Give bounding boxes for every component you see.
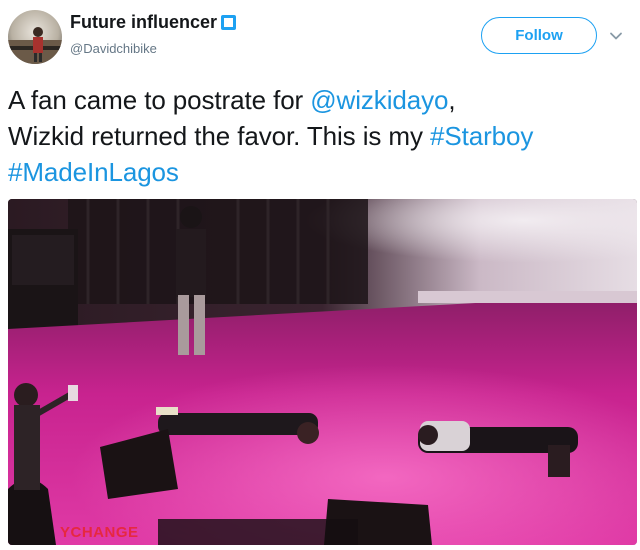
- text-segment: A fan came to postrate for: [8, 85, 311, 115]
- avatar[interactable]: [8, 10, 62, 64]
- tweet-header: Future influencer @Davidchibike Follow: [0, 0, 640, 78]
- user-handle[interactable]: @Davidchibike: [70, 41, 157, 56]
- media-watermark: YCHANGE: [60, 524, 139, 541]
- hashtag-link[interactable]: #Starboy: [430, 121, 533, 151]
- text-segment: Wizkid returned the favor. This is my: [8, 121, 430, 151]
- tweet-media-image[interactable]: YCHANGE: [8, 199, 637, 545]
- verified-badge-icon: [221, 15, 237, 30]
- name-row: Future influencer: [70, 12, 237, 33]
- display-name[interactable]: Future influencer: [70, 12, 217, 33]
- text-segment: ,: [448, 85, 456, 115]
- hashtag-link[interactable]: #MadeInLagos: [8, 157, 179, 187]
- follow-button[interactable]: Follow: [481, 17, 597, 54]
- chevron-down-icon[interactable]: [608, 28, 624, 44]
- tweet-text: A fan came to postrate for @wizkidayo, W…: [8, 82, 636, 190]
- concert-stage-photo: [8, 199, 637, 545]
- mention-link[interactable]: @wizkidayo: [310, 85, 448, 115]
